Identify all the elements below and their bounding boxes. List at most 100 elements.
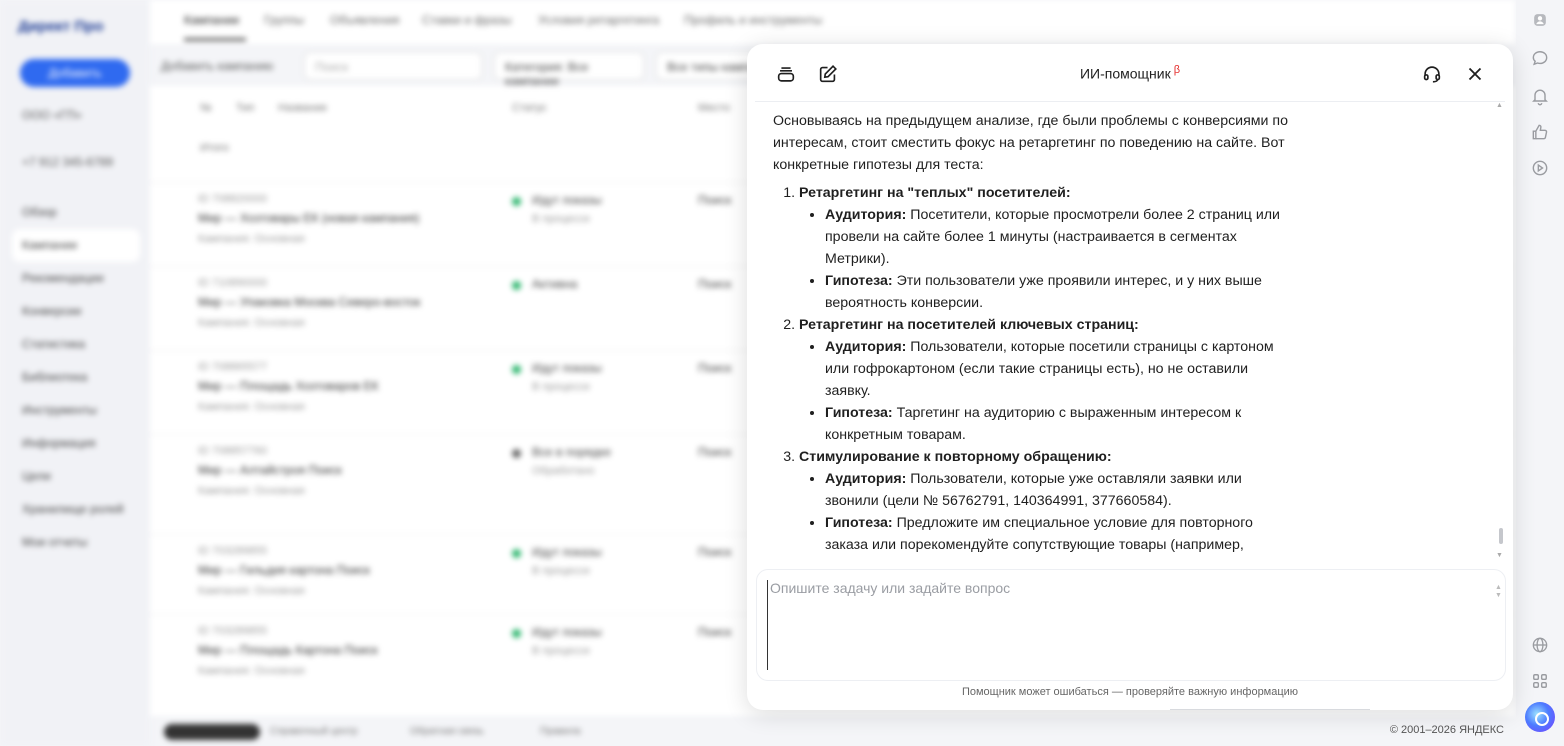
beta-badge: β [1173,64,1181,76]
footer-link[interactable]: Правила [540,726,581,737]
row-sub: Кампания: Основная [198,665,305,677]
row-sub: Кампания: Основная [198,233,305,245]
tab[interactable]: Группы [264,13,304,27]
row-sub: Кампания: Основная [198,485,305,497]
hypothesis-label: Гипотеза: [825,273,893,289]
row-status-detail: В процессе [532,645,590,657]
status-dot [512,197,521,206]
globe-icon[interactable] [1528,633,1552,657]
row-place: Поиск [698,193,732,207]
hypothesis-title: Ретаргетинг на "теплых" посетителей: [799,185,1071,201]
tab-underline [184,38,246,41]
audience-point: Аудитория: Пользователи, которые уже ост… [825,468,1295,512]
disclaimer-text: Помощник может ошибаться — проверяйте ва… [961,686,1299,698]
row-status: Все в порядке [532,445,611,459]
sidebar-item-active[interactable]: Кампании [12,229,140,262]
add-campaign-link[interactable]: Добавить кампанию [161,59,273,73]
row-name[interactable]: Мир — Упаковка Москва Северо-восток [198,295,478,309]
hypothesis-item: Ретаргетинг на "теплых" посетителей: Ауд… [799,182,1295,314]
row-name[interactable]: Мир — Гильдия картона Поиск [198,563,478,577]
sidebar-item[interactable]: Мои отчеты [12,526,140,559]
sidebar-item[interactable]: Рекомендации [12,262,140,295]
row-name[interactable]: Мир — Площадь Картона Поиск [198,643,478,657]
chat-icon[interactable] [1528,46,1552,70]
thumbs-up-icon[interactable] [1528,120,1552,144]
close-button[interactable] [1462,61,1488,87]
tab[interactable]: Объявления [330,13,399,27]
table-header: Тип [236,102,255,114]
row-name[interactable]: Мир — Хозтовары ЕК (новая кампания) [198,211,478,225]
status-dot [512,365,521,374]
hypothesis-details: Аудитория: Пользователи, которые посетил… [799,336,1295,446]
right-rail [1516,0,1564,746]
tab[interactable]: Кампании [184,13,239,27]
sidebar-item[interactable]: Конверсии [12,295,140,328]
ai-assistant-panel: ИИ-помощник β Основываясь на предыдущем а… [747,44,1513,710]
row-place: Поиск [698,277,732,291]
status-dot [512,629,521,638]
chat-scrollbar-thumb[interactable] [1499,528,1503,544]
hypothesis-label: Гипотеза: [825,515,893,531]
input-scroll-arrows[interactable]: ▲ ▼ [1495,584,1502,600]
headset-icon [1423,66,1441,83]
footer-link[interactable]: Справочный центр [270,726,357,737]
bell-icon[interactable] [1528,84,1552,108]
sidebar-item[interactable]: Цели [12,460,140,493]
assistant-message: Основываясь на предыдущем анализе, где б… [773,110,1295,562]
hypothesis-point: Гипотеза: Таргетинг на аудиторию с выраж… [825,402,1295,446]
user-icon[interactable] [1528,8,1552,32]
sidebar-item[interactable]: Обзор [12,196,140,229]
row-sub: Кампания: Основная [198,317,305,329]
row-id: ID 708820000 [198,193,268,205]
sidebar-item[interactable]: Статистика [12,328,140,361]
create-button[interactable]: Добавить [20,59,130,87]
scroll-down-arrow[interactable]: ▼ [1496,552,1503,559]
row-name[interactable]: Мир — Площадь Хозтоваров ЕК [198,379,478,393]
footer-link[interactable]: Обратная связь [410,726,484,737]
row-place: Поиск [698,545,732,559]
table-header: Статус [512,102,547,114]
play-icon[interactable] [1528,156,1552,180]
row-status: Идут показы [532,193,602,207]
audience-label: Аудитория: [825,339,907,355]
account-phone: +7 912 345-6789 [22,155,114,169]
hypothesis-item: Стимулирование к повторному обращению: А… [799,446,1295,556]
sidebar-item[interactable]: Инструменты [12,394,140,427]
hypothesis-details: Аудитория: Пользователи, которые уже ост… [799,468,1295,556]
row-status: Идут показы [532,625,602,639]
row-name[interactable]: Мир — Алтайстроя Поиск [198,463,478,477]
panel-title-text: ИИ-помощник [1079,65,1171,82]
close-icon [1468,67,1482,81]
sidebar-item[interactable]: Информация [12,427,140,460]
audience-point: Аудитория: Пользователи, которые посетил… [825,336,1295,402]
sidebar-item[interactable]: Библиотека [12,361,140,394]
resize-handle[interactable] [1170,709,1370,710]
hypothesis-title: Ретаргетинг на посетителей ключевых стра… [799,317,1139,333]
row-place: Поиск [698,445,732,459]
row-id: ID 708865577 [198,361,268,373]
tab[interactable]: Ставки и фразы [422,13,512,27]
sidebar-item[interactable]: Хранилище ролей [12,493,140,526]
category-select[interactable]: Категория: Все кампании [494,52,644,88]
hypothesis-point: Гипотеза: Эти пользователи уже проявили … [825,270,1295,314]
message-input[interactable] [767,580,1467,670]
status-dot [512,449,521,458]
apps-icon[interactable] [1528,669,1552,693]
tab[interactable]: Профиль и инструменты [684,13,822,27]
row-status: Активна [532,277,578,291]
tab[interactable]: Условия ретаргетинга [538,13,659,27]
row-status-detail: В процессе [532,565,590,577]
row-sub: Кампания: Основная [198,401,305,413]
copyright: © 2001–2026 ЯНДЕКС [1389,724,1504,736]
footer-bar: Справочный центр Обратная связь Правила [160,722,760,740]
row-id: ID 710890000 [198,277,268,289]
alice-icon[interactable] [1525,702,1555,732]
footer-pill[interactable] [164,724,260,740]
hypothesis-point: Гипотеза: Предложите им специальное усло… [825,512,1295,556]
left-sidebar: Директ Про Добавить ООО «ГП» +7 912 345-… [0,0,150,746]
scroll-up-arrow[interactable]: ▲ [1496,102,1503,109]
support-button[interactable] [1419,61,1445,87]
search-input[interactable]: Поиск [304,52,482,80]
status-dot [512,281,521,290]
table-header: Место [698,102,730,114]
